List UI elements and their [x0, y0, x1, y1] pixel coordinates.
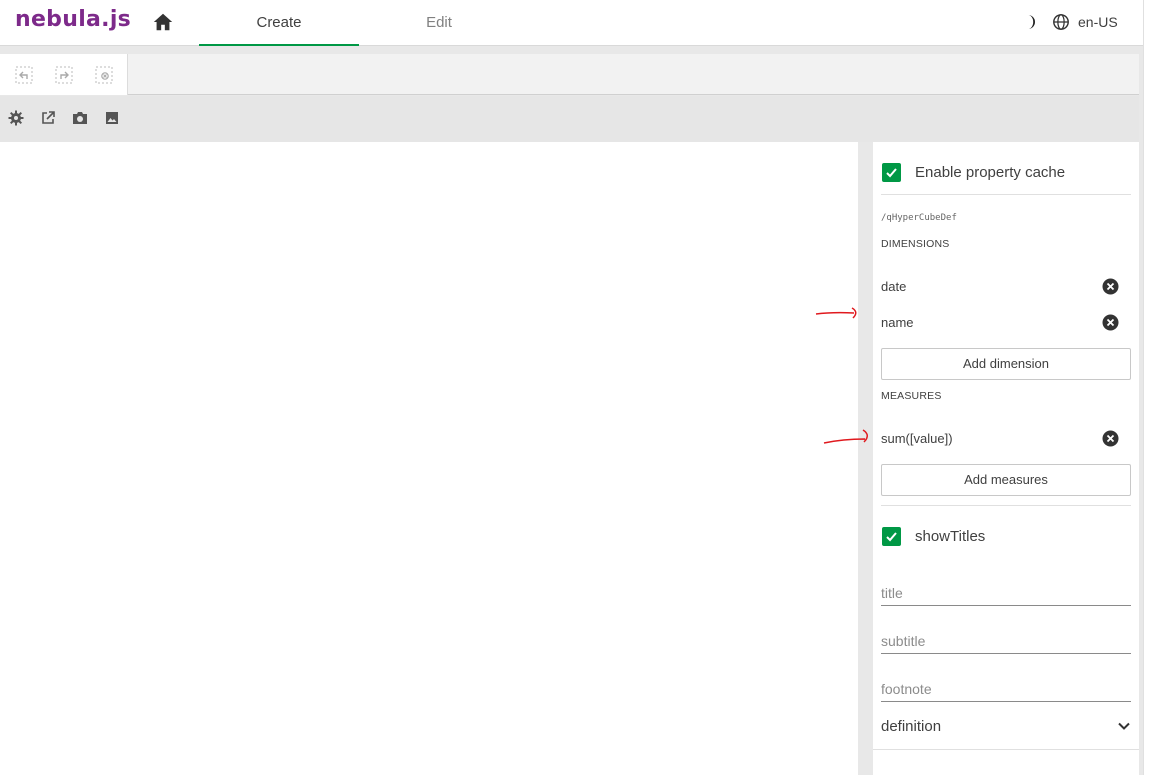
redo-button[interactable] [55, 66, 73, 84]
moon-icon [1028, 15, 1035, 29]
theme-toggle-button[interactable] [1020, 12, 1040, 32]
remove-circle-icon [1102, 314, 1119, 331]
remove-circle-icon [1102, 430, 1119, 447]
subtitle-field [881, 624, 1131, 654]
selection-toolbar [0, 54, 1139, 95]
export-image-button[interactable] [104, 110, 120, 126]
title-input[interactable] [881, 576, 1131, 604]
snapshot-button[interactable] [72, 110, 88, 126]
property-cache-toggle[interactable]: Enable property cache [882, 161, 1065, 183]
title-field [881, 576, 1131, 606]
footnote-field [881, 672, 1131, 702]
definition-label: definition [881, 717, 942, 735]
dimensions-heading: DIMENSIONS [881, 238, 950, 250]
globe-icon [1053, 14, 1069, 30]
chevron-down-icon [1118, 722, 1130, 730]
property-panel: Enable property cache /qHyperCubeDef DIM… [873, 142, 1139, 775]
measures-heading: MEASURES [881, 390, 942, 402]
gear-icon [8, 110, 24, 126]
definition-expander[interactable]: definition [881, 714, 1131, 738]
remove-measure-button[interactable] [1102, 430, 1119, 447]
measure-item: sum([value]) [881, 431, 953, 446]
dimension-item-name: name [881, 315, 914, 330]
open-external-button[interactable] [40, 110, 56, 126]
remove-dimension-date-button[interactable] [1102, 278, 1119, 295]
language-button[interactable]: en-US [1052, 10, 1118, 34]
home-icon [153, 13, 173, 31]
check-icon [886, 167, 897, 177]
property-path: /qHyperCubeDef [881, 213, 957, 223]
show-titles-label: showTitles [915, 527, 986, 545]
remove-dimension-name-button[interactable] [1102, 314, 1119, 331]
subtitle-input[interactable] [881, 624, 1131, 652]
redo-icon [55, 66, 73, 84]
settings-button[interactable] [8, 110, 24, 126]
camera-icon [73, 112, 87, 124]
property-cache-checkbox[interactable] [882, 162, 901, 182]
chart-toolbar [0, 96, 1139, 142]
divider [881, 194, 1131, 195]
tab-create[interactable]: Create [199, 0, 359, 46]
dimension-item-date: date [881, 279, 907, 294]
show-titles-toggle[interactable]: showTitles [882, 525, 985, 547]
language-label: en-US [1078, 14, 1118, 30]
undo-button[interactable] [15, 66, 33, 84]
clear-selections-icon [95, 66, 113, 84]
home-button[interactable] [152, 11, 174, 33]
check-icon [886, 531, 897, 541]
app-logo: nebula.js [15, 7, 132, 32]
add-dimension-button[interactable]: Add dimension [881, 348, 1131, 380]
property-cache-label: Enable property cache [915, 163, 1066, 181]
undo-icon [15, 66, 33, 84]
add-measure-button[interactable]: Add measures [881, 464, 1131, 496]
image-icon [106, 112, 118, 124]
open-external-icon [42, 111, 55, 124]
remove-circle-icon [1102, 278, 1119, 295]
divider [873, 749, 1139, 750]
top-bar: nebula.js Create Edit en-US [0, 0, 1151, 46]
annotation-arrow-measure [823, 429, 868, 444]
footnote-input[interactable] [881, 672, 1131, 700]
scrollbar-track[interactable] [1143, 0, 1151, 775]
visualization-canvas[interactable] [0, 142, 858, 775]
annotation-arrow-dimension [815, 307, 857, 319]
clear-selections-button[interactable] [95, 66, 113, 84]
divider [881, 505, 1131, 506]
show-titles-checkbox[interactable] [882, 526, 901, 546]
tab-edit[interactable]: Edit [359, 0, 519, 46]
